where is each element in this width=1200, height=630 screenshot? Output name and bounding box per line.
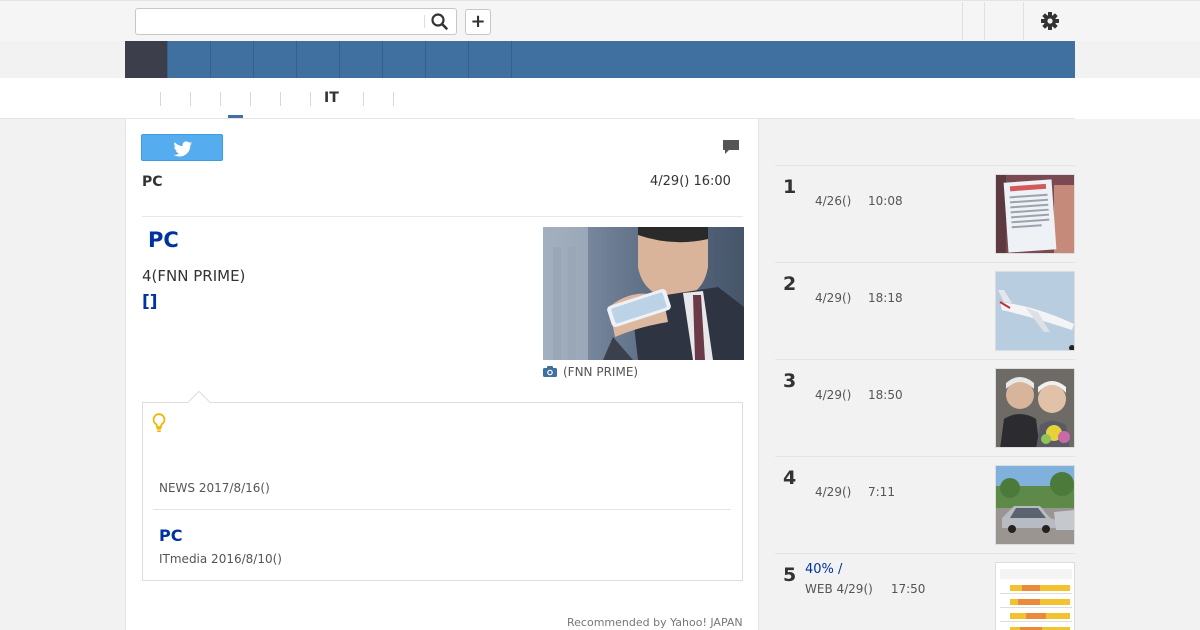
tab-it[interactable]: IT <box>324 90 339 106</box>
top-divider <box>962 2 963 40</box>
tab-divider <box>280 92 281 106</box>
rank-thumbnail <box>995 465 1075 545</box>
rank-date: 4/29() <box>815 291 852 305</box>
car-crash-photo <box>996 466 1074 544</box>
tab-divider <box>393 92 394 106</box>
article-datetime: 4/29() 16:00 <box>650 174 731 189</box>
ranking-item[interactable]: 2 4/29() 18:18 <box>775 263 1075 360</box>
airplane-photo <box>996 272 1074 350</box>
notice-board-photo <box>996 175 1074 253</box>
nav-item-home[interactable] <box>125 41 168 78</box>
related-item-source: NEWS 2017/8/16() <box>159 481 270 495</box>
rank-date: 4/29() <box>815 388 852 402</box>
related-box-pointer <box>187 390 211 414</box>
tweet-button[interactable] <box>141 134 223 161</box>
tab-divider <box>220 92 221 106</box>
rank-number: 2 <box>783 273 797 295</box>
tab-divider <box>310 92 311 106</box>
article-panel: PC 4/29() 16:00 PC 4(FNN PRIME) [] (FNN … <box>125 119 759 630</box>
nav-item[interactable] <box>469 41 512 78</box>
tab-divider <box>363 92 364 106</box>
related-articles-box: NEWS 2017/8/16() PC ITmedia 2016/8/10() <box>142 390 743 581</box>
rank-number: 3 <box>783 370 797 392</box>
article-photo[interactable] <box>543 227 744 360</box>
tab-divider <box>160 92 161 106</box>
nav-item[interactable] <box>340 41 383 78</box>
comment-icon <box>723 140 739 154</box>
rank-source: WEB 4/29() 17:50 <box>805 582 925 596</box>
photo-caption: (FNN PRIME) <box>543 365 638 379</box>
twitter-icon <box>173 141 192 157</box>
search-divider <box>424 15 425 28</box>
nav-item[interactable] <box>254 41 297 78</box>
lightbulb-icon <box>152 413 166 432</box>
rank-number: 4 <box>783 467 797 489</box>
tab-divider <box>250 92 251 106</box>
divider <box>153 509 731 510</box>
nav-item[interactable] <box>168 41 211 78</box>
photo-caption-text: (FNN PRIME) <box>563 365 639 379</box>
divider <box>142 216 743 217</box>
search-button[interactable] <box>429 12 451 32</box>
rank-thumbnail <box>995 562 1075 630</box>
search-input[interactable] <box>136 9 424 34</box>
settings-button[interactable] <box>1039 10 1061 32</box>
search-box <box>135 8 457 35</box>
nav-item[interactable] <box>426 41 469 78</box>
top-bar: + <box>0 0 1200 41</box>
gear-icon <box>1041 12 1059 30</box>
rank-time: 18:50 <box>868 388 903 402</box>
rank-date: 4/26() <box>815 194 852 208</box>
ranking-item[interactable]: 1 4/26() 10:08 <box>775 166 1075 263</box>
rank-source-text: WEB 4/29() <box>805 582 873 596</box>
rank-thumbnail <box>995 174 1075 254</box>
category-nav <box>125 41 1075 78</box>
rank-number: 5 <box>783 564 797 586</box>
read-more-link[interactable]: [] <box>142 292 158 312</box>
rank-time: 17:50 <box>890 582 926 596</box>
rank-time: 10:08 <box>868 194 903 208</box>
top-divider <box>1023 2 1024 40</box>
article-source: 4(FNN PRIME) <box>142 267 246 285</box>
nav-item[interactable] <box>383 41 426 78</box>
camera-icon <box>543 366 557 377</box>
table-chart-thumbnail <box>996 563 1074 630</box>
top-divider <box>984 2 985 40</box>
search-icon <box>431 13 448 30</box>
add-button[interactable]: + <box>465 9 491 35</box>
nav-item[interactable] <box>211 41 254 78</box>
man-on-phone-photo <box>543 227 744 360</box>
rank-time: 7:11 <box>868 485 895 499</box>
related-item-source: ITmedia 2016/8/10() <box>159 552 282 566</box>
ranking-item[interactable]: 4 4/29() 7:11 <box>775 457 1075 554</box>
related-item-title[interactable]: PC <box>159 526 182 545</box>
tab-divider <box>190 92 191 106</box>
subcategory-tabs: IT <box>125 78 1075 119</box>
article-headline[interactable]: PC <box>148 228 179 252</box>
rank-number: 1 <box>783 176 797 198</box>
rank-time: 18:18 <box>868 291 903 305</box>
rank-thumbnail <box>995 368 1075 448</box>
ranking-item[interactable]: 3 4/29() 18:50 <box>775 360 1075 457</box>
recommended-by-label: Recommended by Yahoo! JAPAN <box>567 616 743 629</box>
nav-item[interactable] <box>297 41 340 78</box>
elderly-couple-photo <box>996 369 1074 447</box>
ranking-item[interactable]: 5 40% / WEB 4/29() 17:50 <box>775 554 1075 630</box>
rank-date: 4/29() <box>815 485 852 499</box>
comment-button[interactable] <box>722 138 740 156</box>
article-category: PC <box>142 174 163 190</box>
rank-title[interactable]: 40% / <box>805 562 842 577</box>
rank-thumbnail <box>995 271 1075 351</box>
